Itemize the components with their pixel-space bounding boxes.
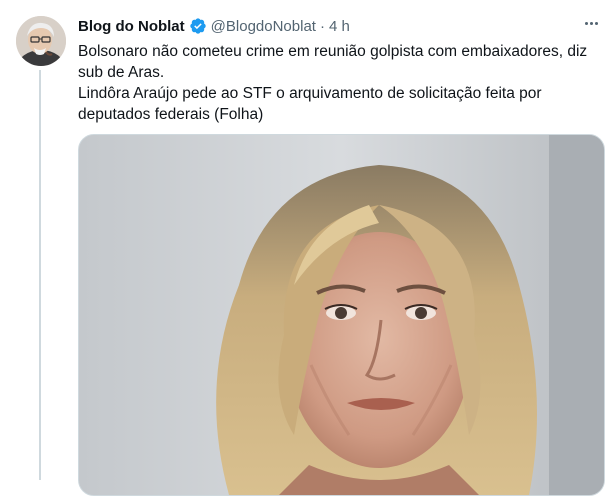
thread-connector-line bbox=[39, 70, 41, 480]
tweet-line-2: Lindôra Araújo pede ao STF o arquivament… bbox=[78, 85, 542, 123]
tweet-media-photo[interactable] bbox=[78, 134, 605, 496]
author-name[interactable]: Blog do Noblat bbox=[78, 18, 185, 35]
verified-badge-icon[interactable] bbox=[189, 17, 207, 35]
separator-dot: · bbox=[319, 17, 325, 35]
timestamp[interactable]: 4 h bbox=[329, 18, 350, 35]
tweet-line-1: Bolsonaro não cometeu crime em reunião g… bbox=[78, 43, 588, 81]
avatar[interactable] bbox=[16, 16, 66, 66]
avatar-photo bbox=[16, 16, 66, 66]
tweet-text: Bolsonaro não cometeu crime em reunião g… bbox=[78, 41, 588, 125]
author-handle[interactable]: @BlogdoNoblat bbox=[211, 18, 316, 35]
more-options-icon[interactable] bbox=[580, 12, 602, 34]
portrait-photo bbox=[79, 135, 604, 495]
tweet-header: Blog do Noblat @BlogdoNoblat · 4 h bbox=[78, 15, 600, 37]
